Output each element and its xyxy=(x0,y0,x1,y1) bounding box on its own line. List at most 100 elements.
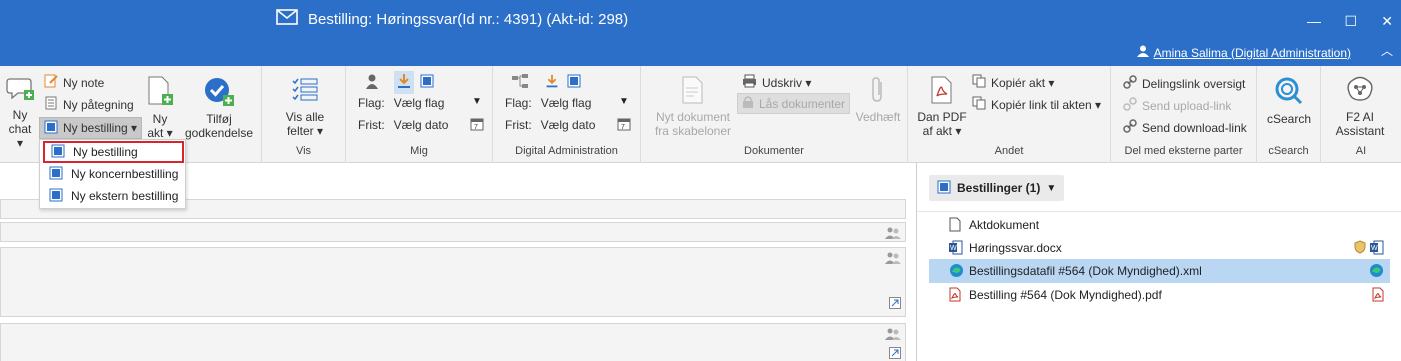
new-document-from-template-button[interactable]: Nyt dokument fra skabeloner xyxy=(647,76,739,138)
order-icon xyxy=(44,120,58,137)
calendar-icon[interactable]: 7 xyxy=(470,117,484,134)
da-flag-dropdown-icon[interactable]: ▼ xyxy=(619,96,629,107)
new-act-button[interactable]: Ny akt ▾ xyxy=(142,76,178,140)
org-chart-icon xyxy=(511,74,529,93)
ribbon-group-del: Delingslink oversigt Send upload-link Se… xyxy=(1111,66,1257,163)
group-label-csearch: cSearch xyxy=(1268,145,1309,157)
group-label-del: Del med eksterne parter xyxy=(1124,145,1243,157)
paperclip-icon xyxy=(853,76,903,107)
group-label-mig: Mig xyxy=(410,145,428,157)
document-lines-icon xyxy=(44,96,58,113)
download-icon[interactable] xyxy=(394,71,414,94)
file-item-selected[interactable]: Bestillingsdatafil #564 (Dok Myndighed).… xyxy=(929,259,1390,283)
expand-icon[interactable] xyxy=(889,297,901,312)
link-icon xyxy=(972,96,986,113)
new-chat-button[interactable]: Ny chat ▾ xyxy=(4,76,36,150)
ribbon-group-digital-administration: Flag: Vælg flag ▼ Frist: Vælg dato 7 Dig… xyxy=(493,66,641,163)
calendar-icon[interactable]: 7 xyxy=(617,117,631,134)
menu-item-new-external-order[interactable]: Ny ekstern bestilling xyxy=(43,185,184,207)
csearch-icon xyxy=(1261,76,1317,109)
file-status-icons xyxy=(1372,287,1384,305)
lock-icon xyxy=(742,95,754,112)
title-bar: Bestilling: Høringssvar(Id nr.: 4391) (A… xyxy=(0,0,1401,66)
ribbon-group-andet: Dan PDF af akt ▾ Kopiér akt ▾ Kopiér lin… xyxy=(908,66,1111,163)
pdf-icon xyxy=(1372,287,1384,305)
minimize-button[interactable]: — xyxy=(1307,13,1321,29)
chat-icon xyxy=(4,76,36,105)
shield-icon xyxy=(1354,240,1366,258)
sharing-link-overview-button[interactable]: Delingslink oversigt xyxy=(1123,75,1245,92)
mail-icon xyxy=(276,9,298,29)
send-download-link-button[interactable]: Send download-link xyxy=(1123,119,1247,136)
svg-text:W: W xyxy=(950,245,957,252)
note-icon xyxy=(44,74,58,91)
chevron-down-icon: ▼ xyxy=(1046,182,1057,194)
download-link-icon xyxy=(1123,119,1137,136)
add-approval-button[interactable]: Tilføj godkendelse xyxy=(183,76,255,140)
group-label-vis: Vis xyxy=(295,145,312,157)
file-item[interactable]: Aktdokument xyxy=(929,213,1390,237)
user-link[interactable]: Amina Salima (Digital Administration) xyxy=(1136,45,1351,60)
window-icon[interactable] xyxy=(567,74,581,91)
menu-item-new-group-order[interactable]: Ny koncernbestilling xyxy=(43,163,184,185)
approval-check-icon xyxy=(183,76,255,109)
orders-dropdown[interactable]: Bestillinger (1) ▼ xyxy=(929,175,1065,201)
people-icon[interactable] xyxy=(885,227,901,242)
da-flag-select[interactable]: Flag: Vælg flag xyxy=(505,96,591,110)
divider xyxy=(917,211,1401,212)
person-icon xyxy=(366,74,378,93)
print-button[interactable]: Udskriv ▾ xyxy=(742,74,811,91)
order-icon xyxy=(49,166,63,183)
attach-button[interactable]: Vedhæft xyxy=(853,76,903,124)
ribbon: Ny chat ▾ Ny note Ny påtegning Ny bestil… xyxy=(0,66,1401,163)
checklist-icon xyxy=(276,76,334,107)
window-title: Bestilling: Høringssvar(Id nr.: 4391) (A… xyxy=(308,10,629,28)
document-icon xyxy=(949,217,961,235)
new-order-dropdown-button[interactable]: Ny bestilling ▾ xyxy=(39,117,143,139)
file-item[interactable]: W Høringssvar.docx W xyxy=(929,236,1390,260)
pdf-icon xyxy=(914,76,970,107)
group-label-digital-administration: Digital Administration xyxy=(515,145,618,157)
svg-text:7: 7 xyxy=(621,124,625,131)
copy-link-button[interactable]: Kopiér link til akten ▾ xyxy=(972,96,1101,113)
file-status-icons xyxy=(1369,263,1384,281)
svg-text:7: 7 xyxy=(474,124,478,131)
content-section xyxy=(0,247,906,317)
user-name: Amina Salima (Digital Administration) xyxy=(1153,45,1351,60)
user-icon xyxy=(1136,45,1149,60)
word-icon: W xyxy=(949,240,963,258)
file-status-icons: W xyxy=(1354,240,1384,258)
order-icon xyxy=(51,144,65,161)
ribbon-group-dokumenter: Nyt dokument fra skabeloner Udskriv ▾ Lå… xyxy=(641,66,908,163)
new-document-icon xyxy=(142,76,178,109)
lock-documents-button[interactable]: Lås dokumenter xyxy=(737,93,851,114)
people-icon[interactable] xyxy=(885,252,901,267)
maximize-button[interactable]: ☐ xyxy=(1344,13,1357,30)
mig-flag-select[interactable]: Flag: Vælg flag xyxy=(358,96,444,110)
file-item[interactable]: Bestilling #564 (Dok Myndighed).pdf xyxy=(929,283,1390,307)
mig-deadline-select[interactable]: Frist: Vælg dato xyxy=(358,118,448,132)
collapse-ribbon-icon[interactable]: ︿ xyxy=(1381,42,1393,59)
download-icon[interactable] xyxy=(543,72,561,93)
window-icon[interactable] xyxy=(420,74,434,91)
csearch-button[interactable]: cSearch xyxy=(1261,76,1317,126)
window-title-area: Bestilling: Høringssvar(Id nr.: 4391) (A… xyxy=(276,9,628,29)
show-all-fields-button[interactable]: Vis alle felter ▾ xyxy=(276,76,334,138)
da-deadline-select[interactable]: Frist: Vælg dato xyxy=(505,118,595,132)
orders-header: Bestillinger (1) xyxy=(957,181,1041,195)
new-note-button[interactable]: Ny note xyxy=(44,74,104,91)
content-section xyxy=(0,323,906,361)
new-endorsement-button[interactable]: Ny påtegning xyxy=(44,96,134,113)
close-button[interactable]: ✕ xyxy=(1381,13,1393,30)
send-upload-link-button[interactable]: Send upload-link xyxy=(1123,97,1231,114)
copy-act-button[interactable]: Kopiér akt ▾ xyxy=(972,74,1054,91)
content-section xyxy=(0,222,906,242)
menu-item-new-order[interactable]: Ny bestilling xyxy=(43,141,184,163)
people-icon[interactable] xyxy=(885,328,901,343)
create-pdf-button[interactable]: Dan PDF af akt ▾ xyxy=(914,76,970,138)
ai-assistant-button[interactable]: F2 AI Assistant xyxy=(1327,76,1393,138)
svg-text:W: W xyxy=(1371,245,1378,252)
orders-panel: Bestillinger (1) ▼ Aktdokument W Hørings… xyxy=(916,163,1401,361)
mig-flag-dropdown-icon[interactable]: ▼ xyxy=(472,96,482,107)
expand-icon[interactable] xyxy=(889,347,901,361)
